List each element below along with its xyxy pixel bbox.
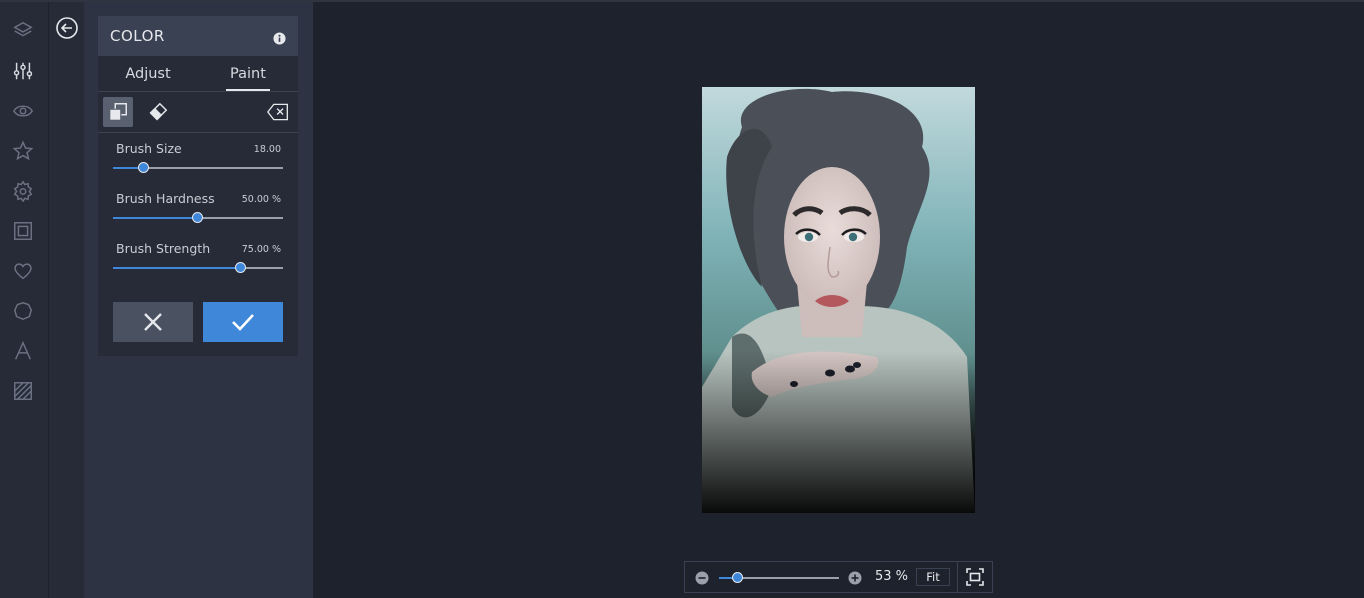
- zoom-value: 53 %: [875, 569, 909, 584]
- eye-icon[interactable]: [10, 98, 36, 124]
- slider-fill: [113, 217, 198, 219]
- slider-knob[interactable]: [234, 262, 246, 273]
- slider-track[interactable]: [113, 262, 283, 273]
- heart-icon[interactable]: [10, 258, 36, 284]
- brush-tool-icon[interactable]: [103, 97, 133, 127]
- fit-button[interactable]: Fit: [916, 568, 950, 586]
- tool-rail: [0, 2, 48, 598]
- cancel-button[interactable]: [113, 302, 193, 342]
- slider-fill: [113, 267, 241, 269]
- slider-value: 75.00 %: [241, 244, 281, 255]
- layers-icon[interactable]: [10, 18, 36, 44]
- slider-knob[interactable]: [192, 212, 203, 223]
- badge-icon[interactable]: [10, 178, 36, 204]
- slider-label: Brush Strength: [116, 241, 211, 256]
- back-arrow-icon[interactable]: [55, 16, 79, 40]
- apply-button[interactable]: [203, 302, 283, 342]
- color-panel: COLOR Adjust Paint Brush Size 18.00 Brus…: [98, 16, 298, 356]
- zoom-in-icon[interactable]: [848, 570, 862, 585]
- divider: [957, 562, 958, 592]
- brush-strength-slider: Brush Strength 75.00 %: [98, 233, 298, 283]
- clear-icon[interactable]: [263, 97, 293, 127]
- canvas-photo[interactable]: [702, 87, 975, 513]
- brush-size-slider: Brush Size 18.00: [98, 133, 298, 183]
- eraser-icon[interactable]: [143, 97, 173, 127]
- panel-header: COLOR: [98, 16, 298, 56]
- slider-knob[interactable]: [137, 162, 149, 173]
- brush-hardness-slider: Brush Hardness 50.00 %: [98, 183, 298, 233]
- fullscreen-icon[interactable]: [966, 568, 984, 586]
- panel-title: COLOR: [110, 27, 165, 45]
- texture-icon[interactable]: [10, 378, 36, 404]
- paint-tools: [98, 92, 298, 133]
- zoom-out-icon[interactable]: [695, 570, 709, 585]
- shape-icon[interactable]: [10, 298, 36, 324]
- info-icon[interactable]: [273, 30, 286, 45]
- slider-label: Brush Hardness: [116, 191, 215, 206]
- slider-track[interactable]: [113, 212, 283, 223]
- zoom-slider-knob[interactable]: [732, 572, 743, 583]
- panel-tabs: Adjust Paint: [98, 56, 298, 92]
- slider-value: 50.00 %: [241, 194, 281, 205]
- checkmark-icon: [232, 314, 254, 331]
- zoom-bar: 53 % Fit: [684, 561, 993, 593]
- action-buttons: [113, 302, 283, 342]
- close-icon: [144, 313, 162, 331]
- photo-editor-app: COLOR Adjust Paint Brush Size 18.00 Brus…: [0, 0, 1364, 598]
- adjust-sliders-icon[interactable]: [10, 58, 36, 84]
- slider-label: Brush Size: [116, 141, 182, 156]
- slider-value: 18.00: [253, 144, 281, 155]
- text-icon[interactable]: [10, 338, 36, 364]
- tab-adjust[interactable]: Adjust: [98, 56, 198, 91]
- frame-icon[interactable]: [10, 218, 36, 244]
- slider-track[interactable]: [113, 162, 283, 173]
- tab-paint[interactable]: Paint: [198, 56, 298, 91]
- back-column: [48, 2, 85, 598]
- zoom-slider-track[interactable]: [719, 572, 839, 583]
- star-icon[interactable]: [10, 138, 36, 164]
